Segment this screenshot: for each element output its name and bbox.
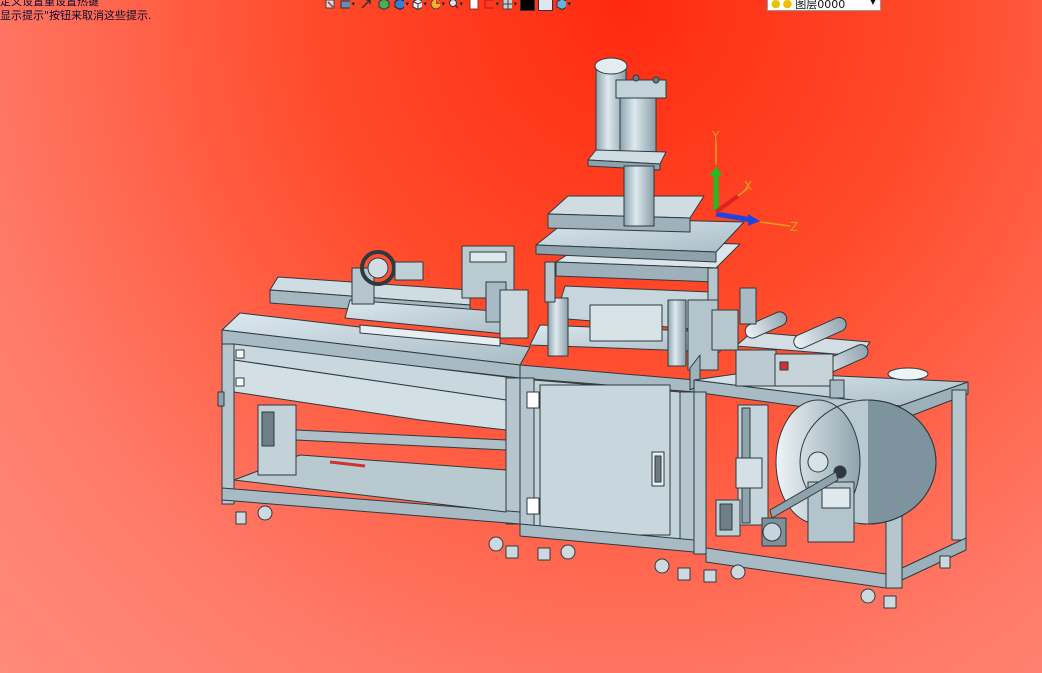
- triad-z-label: Z: [790, 220, 798, 234]
- material-roll: [761, 399, 937, 547]
- coordinate-triad: Y Z X: [710, 129, 798, 234]
- 3d-viewport[interactable]: 定义设置重设置热键 显示提示"按钮来取消这些提示. ▾ ▾ ▾ ▾ ▾ ▾ ▾ …: [0, 0, 1042, 673]
- center-cabinet: [519, 364, 696, 553]
- triad-y-label: Y: [711, 129, 720, 143]
- machine-model[interactable]: Y Z X: [0, 0, 1042, 673]
- triad-x-label: X: [744, 179, 752, 193]
